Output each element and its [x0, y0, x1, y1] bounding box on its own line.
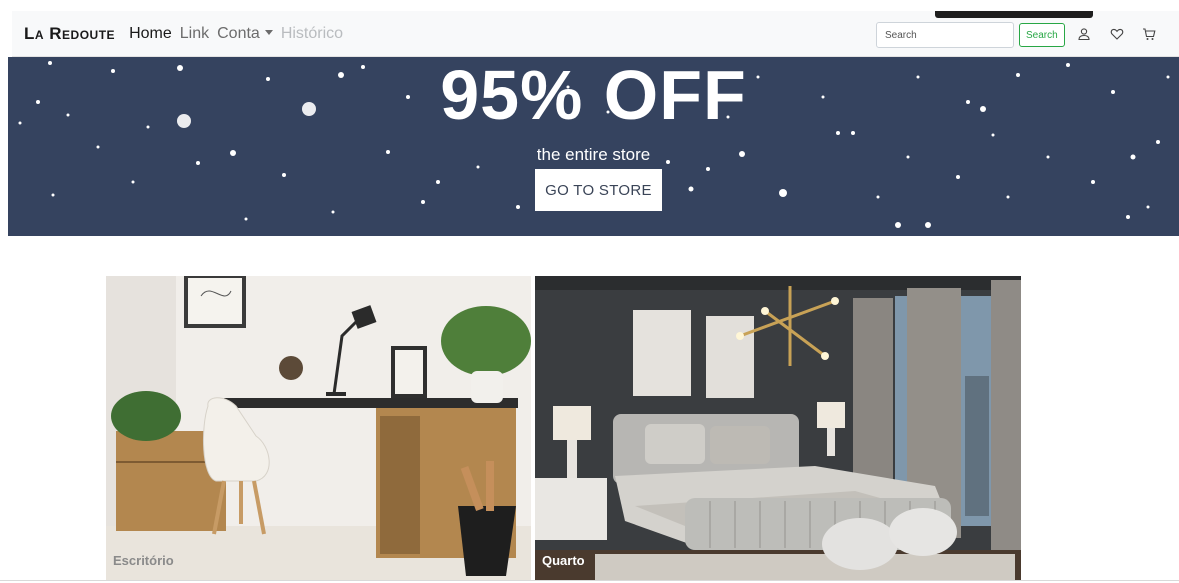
page: La Redoute Home Link Conta Histórico Sea…: [0, 0, 1179, 583]
browser-overlay-tab: [935, 11, 1093, 18]
category-card-quarto[interactable]: Quarto: [535, 276, 1021, 580]
go-to-store-button[interactable]: GO TO STORE: [535, 169, 662, 211]
nav-link-link[interactable]: Link: [180, 25, 209, 43]
cart-icon[interactable]: [1141, 26, 1157, 42]
nav-link-historico: Histórico: [280, 24, 344, 42]
category-card-escritorio[interactable]: Escritório: [106, 276, 531, 580]
nav-dropdown-label: Conta: [217, 24, 260, 42]
hero-banner: 95% OFF the entire store GO TO STORE: [8, 57, 1179, 236]
category-label: Quarto: [542, 553, 585, 568]
section-divider: [0, 580, 1179, 581]
user-icon[interactable]: [1076, 26, 1092, 42]
brand-logo[interactable]: La Redoute: [24, 24, 115, 44]
search-input[interactable]: [876, 22, 1014, 48]
office-desk-photo: [106, 276, 531, 580]
hero-title: 95% OFF: [440, 57, 747, 134]
search-form: Search: [876, 22, 1065, 48]
caret-down-icon: [264, 29, 273, 35]
nav-links: Home Link Conta Histórico: [129, 25, 351, 43]
bedroom-photo: [535, 276, 1021, 580]
nav-link-home[interactable]: Home: [129, 25, 172, 43]
hero-subtitle: the entire store: [536, 145, 651, 164]
category-label: Escritório: [113, 553, 174, 568]
nav-dropdown-conta[interactable]: Conta: [217, 25, 273, 43]
search-button[interactable]: Search: [1019, 23, 1065, 47]
heart-icon[interactable]: [1109, 26, 1125, 42]
